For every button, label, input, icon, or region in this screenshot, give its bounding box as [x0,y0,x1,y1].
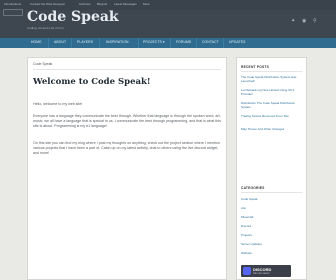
nav-inspiration[interactable]: INSPIRATION [106,40,129,44]
divider [241,192,302,193]
recent-post-link[interactable]: The Code Speak Distribution System Has L… [241,75,305,83]
main-nav: HOME ABOUT PLAYERS INSPIRATION PROJECTS … [0,38,336,48]
search-icon[interactable]: ⚲ [313,18,317,24]
divider [241,71,302,72]
site-header: Introductions Contact the Web Designer A… [0,0,336,38]
post-title[interactable]: Welcome to Code Speak! [33,77,151,87]
category-link[interactable]: Minecraft [241,215,253,219]
discord-widget[interactable]: DISCORD Join our server [241,265,291,277]
top-link-blogroll[interactable]: Blogroll [97,2,107,6]
top-link-introductions[interactable]: Introductions [4,2,21,6]
main-content: Code Speak Welcome to Code Speak! Hello,… [27,57,227,280]
top-link-archives[interactable]: Archives [79,2,91,6]
category-link[interactable]: Life [241,206,246,210]
top-link-contact[interactable]: Contact the Web Designer [30,2,65,6]
divider [33,69,221,70]
recent-post-link[interactable]: Distribution The Code Speak Distribution… [241,101,305,109]
site-tagline: Coding, Art and a bit of Fun [27,26,64,30]
post-paragraph: On this site you can find my blog where … [33,141,220,156]
nav-home[interactable]: HOME [31,40,42,44]
category-link[interactable]: Projects [241,233,252,237]
recent-post-link[interactable]: Map Theme And Other Changes [241,127,305,131]
nav-divider [138,38,139,48]
nav-forums[interactable]: FORUMS [176,40,191,44]
nav-projects[interactable]: PROJECTS ▾ [143,40,165,44]
twitter-icon[interactable]: ✦ [291,18,295,24]
category-link[interactable]: Website [241,251,252,255]
discord-subtitle: Join our server [253,272,270,275]
recent-post-link[interactable]: Trading Stories Removed From Site [241,114,305,118]
nav-about[interactable]: ABOUT [54,40,66,44]
post-paragraph: Everyone has a language they communicate… [33,114,221,129]
nav-divider [48,38,49,48]
category-link[interactable]: Code Speak [241,197,258,201]
category-link[interactable]: Discord [241,224,251,228]
nav-contact[interactable]: CONTACT [202,40,219,44]
nav-updates[interactable]: UPDATES [229,40,245,44]
post-paragraph: Hello, welcome to my web site! [33,102,83,106]
nav-divider [99,38,100,48]
top-link-latest[interactable]: Latest Messages [114,2,137,6]
recent-post-link[interactable]: Lumberjack.org Now Hosted Using UK's Pro… [241,88,305,96]
rss-icon[interactable]: ◉ [302,18,306,24]
sidebar: RECENT POSTS The Code Speak Distribution… [236,57,307,280]
category-link[interactable]: Server Updates [241,242,262,246]
nav-divider [71,38,72,48]
categories-title: CATEGORIES [241,186,265,190]
nav-divider [170,38,171,48]
site-title[interactable]: Code Speak [27,9,119,25]
top-link-more[interactable]: More [143,2,150,6]
recent-posts-title: RECENT POSTS [241,65,270,69]
header-search-input[interactable] [3,9,23,16]
nav-divider [196,38,197,48]
post-category[interactable]: Code Speak [33,62,52,66]
nav-players[interactable]: PLAYERS [77,40,93,44]
nav-divider [223,38,224,48]
discord-icon [243,267,251,275]
